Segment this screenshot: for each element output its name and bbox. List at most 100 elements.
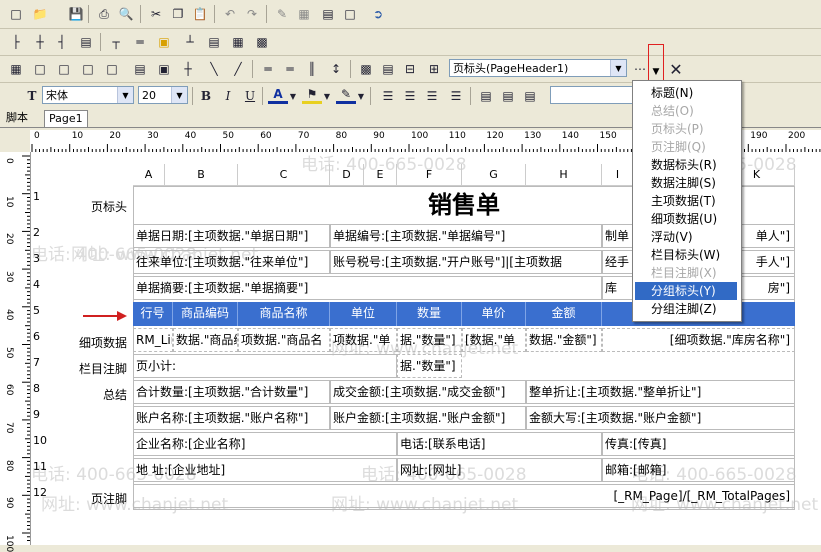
align-right-icon[interactable]: ☰: [422, 86, 442, 106]
detail-unit[interactable]: 项数据."单: [330, 328, 397, 352]
justify-icon[interactable]: ☰: [446, 86, 466, 106]
column-header[interactable]: H: [526, 164, 602, 186]
detail-quantity[interactable]: 据."数量"]: [397, 328, 462, 352]
field-partner[interactable]: 往来单位:[主项数据."往来单位"]: [133, 250, 330, 274]
frame-left-icon[interactable]: □: [30, 59, 50, 79]
align-left-edges-icon[interactable]: ├: [6, 32, 26, 52]
menu-item[interactable]: 细项数据(U): [635, 210, 737, 228]
insert-band-icon[interactable]: ⊞: [424, 59, 444, 79]
menu-item[interactable]: 栏目注脚(X): [635, 264, 737, 282]
merge-cells-icon[interactable]: ▩: [356, 59, 376, 79]
page-subtotal-label[interactable]: 页小计:: [133, 354, 397, 378]
copy-icon[interactable]: ❐: [168, 4, 188, 24]
align-middle-icon[interactable]: ═: [130, 32, 150, 52]
menu-item[interactable]: 分组注脚(Z): [635, 300, 737, 318]
redo-icon[interactable]: ↷: [242, 4, 262, 24]
same-height-icon[interactable]: ▤: [204, 32, 224, 52]
header-cell-quantity[interactable]: 数量: [397, 302, 462, 326]
align-top-icon[interactable]: ┬: [106, 32, 126, 52]
menu-item[interactable]: 数据注脚(S): [635, 174, 737, 192]
close-icon[interactable]: ✕: [666, 59, 686, 79]
band-label-column-footer[interactable]: 栏目注脚: [31, 360, 131, 377]
underline-icon[interactable]: U: [240, 86, 260, 106]
detail-price[interactable]: [数据."单: [462, 328, 526, 352]
band-label-summary[interactable]: 总结: [31, 386, 131, 403]
valign-middle-icon[interactable]: ▤: [498, 86, 518, 106]
new-file-icon[interactable]: □: [6, 4, 26, 24]
header-cell-unit[interactable]: 单位: [330, 302, 397, 326]
band-list-icon[interactable]: ⋯: [630, 59, 650, 79]
field-summary[interactable]: 单据摘要:[主项数据."单据摘要"]: [133, 276, 602, 300]
header-cell-line-no[interactable]: 行号: [133, 302, 173, 326]
field-bill-number[interactable]: 单据编号:[主项数据."单据编号"]: [330, 224, 602, 248]
cut-icon[interactable]: ✂: [146, 4, 166, 24]
menu-item[interactable]: 浮动(V): [635, 228, 737, 246]
field-website[interactable]: 网址:[网址]: [397, 458, 602, 482]
field-company-name[interactable]: 企业名称:[企业名称]: [133, 432, 397, 456]
paste-icon[interactable]: 📋: [190, 4, 210, 24]
menu-item[interactable]: 总结(O): [635, 102, 737, 120]
field-deal-amount[interactable]: 成交金额:[主项数据."成交金额"]: [330, 380, 526, 404]
center-in-band-icon[interactable]: ▣: [154, 32, 174, 52]
chevron-down-icon[interactable]: ▼: [610, 60, 626, 76]
field-total-quantity[interactable]: 合计数量:[主项数据."合计数量"]: [133, 380, 330, 404]
page-subtotal-quantity[interactable]: 据."数量"]: [397, 354, 462, 378]
column-header[interactable]: F: [397, 164, 462, 186]
diagonal-down-icon[interactable]: ╲: [204, 59, 224, 79]
chevron-down-icon[interactable]: ▼: [356, 86, 366, 106]
fill-color-icon[interactable]: ⚑: [302, 86, 322, 104]
same-width-icon[interactable]: ▤: [76, 32, 96, 52]
frame-bottom-icon[interactable]: □: [102, 59, 122, 79]
header-cell-price[interactable]: 单价: [462, 302, 526, 326]
detail-item-code[interactable]: 数据."商品编: [173, 328, 238, 352]
align-bottom-icon[interactable]: ┴: [180, 32, 200, 52]
frame-top-icon[interactable]: □: [54, 59, 74, 79]
field-fax[interactable]: 传真:[传真]: [602, 432, 795, 456]
frame-grid-icon[interactable]: ▤: [130, 59, 150, 79]
band-menu-button[interactable]: ▼: [648, 44, 664, 84]
insert-row-icon[interactable]: ═: [258, 59, 278, 79]
detail-amount[interactable]: 数据."金额"]: [526, 328, 602, 352]
chevron-down-icon[interactable]: ▼: [117, 87, 133, 103]
frame-all-icon[interactable]: ▦: [6, 59, 26, 79]
edit-field-icon[interactable]: ✎: [272, 4, 292, 24]
field-address[interactable]: 地 址:[企业地址]: [133, 458, 397, 482]
field-phone[interactable]: 电话:[联系电话]: [397, 432, 602, 456]
band-label-page-footer[interactable]: 页注脚: [31, 490, 131, 507]
column-header[interactable]: A: [133, 164, 165, 186]
split-cells-icon[interactable]: ▤: [378, 59, 398, 79]
grid-snap-icon[interactable]: ▩: [252, 32, 272, 52]
tab-script[interactable]: 脚本: [2, 110, 32, 126]
space-evenly-icon[interactable]: ▦: [228, 32, 248, 52]
field-warehouse-label[interactable]: 库: [602, 276, 634, 300]
frame-box-icon[interactable]: ▣: [154, 59, 174, 79]
menu-item[interactable]: 主项数据(T): [635, 192, 737, 210]
align-right-edges-icon[interactable]: ┤: [52, 32, 72, 52]
font-name-select[interactable]: 宋体 ▼: [42, 86, 134, 104]
field-handler-label[interactable]: 经手: [602, 250, 634, 274]
column-header[interactable]: D: [330, 164, 364, 186]
align-centers-icon[interactable]: ┼: [30, 32, 50, 52]
print-preview-icon[interactable]: 🔍: [116, 4, 136, 24]
chevron-down-icon[interactable]: ▼: [171, 87, 187, 103]
menu-item[interactable]: 页注脚(Q): [635, 138, 737, 156]
align-center-icon[interactable]: ☰: [400, 86, 420, 106]
field-account-name[interactable]: 账户名称:[主项数据."账户名称"]: [133, 406, 330, 430]
band-label-page-header[interactable]: 页标头: [31, 198, 131, 215]
menu-item[interactable]: 标题(N): [635, 84, 737, 102]
resize-column-icon[interactable]: ↕: [326, 59, 346, 79]
bold-icon[interactable]: B: [196, 86, 216, 106]
open-folder-icon[interactable]: 📁: [30, 4, 50, 24]
field-discount[interactable]: 整单折让:[主项数据."整单折让"]: [526, 380, 795, 404]
column-header[interactable]: B: [165, 164, 238, 186]
menu-item[interactable]: 数据标头(R): [635, 156, 737, 174]
detail-item-name[interactable]: 项数据."商品名: [238, 328, 330, 352]
undo-icon[interactable]: ↶: [220, 4, 240, 24]
insert-field-icon[interactable]: ⊟: [400, 59, 420, 79]
column-header[interactable]: G: [462, 164, 526, 186]
diagonal-up-icon[interactable]: ╱: [228, 59, 248, 79]
line-color-icon[interactable]: ✎: [336, 86, 356, 104]
frame-inner-icon[interactable]: ┼: [178, 59, 198, 79]
valign-bottom-icon[interactable]: ▤: [520, 86, 540, 106]
detail-line-no[interactable]: RM_Lir: [133, 328, 173, 352]
